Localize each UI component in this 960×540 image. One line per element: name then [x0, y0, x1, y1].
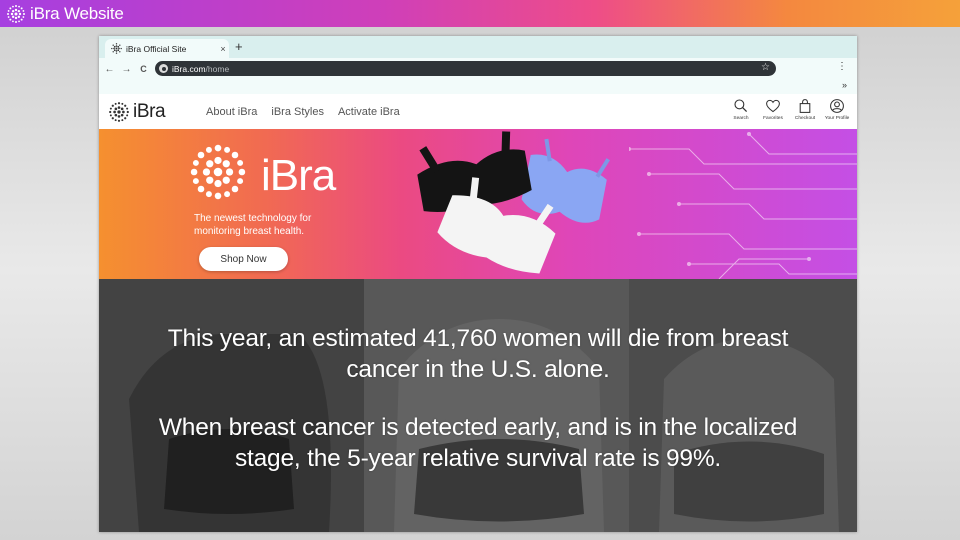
reload-icon[interactable]: C [137, 64, 150, 74]
shopping-bag-icon [799, 99, 811, 113]
tab-strip: iBra Official Site × + [99, 36, 857, 58]
new-tab-button[interactable]: + [235, 39, 243, 54]
bookmark-star-icon[interactable]: ☆ [761, 62, 770, 73]
favorites-nav-item[interactable]: Favorites [757, 98, 789, 121]
hero-tagline: The newest technology for monitoring bre… [194, 213, 312, 237]
model-photos-background [99, 279, 857, 532]
site-navbar: iBra About iBra iBra Styles Activate iBr… [99, 94, 857, 129]
more-bookmarks-icon[interactable]: » [842, 80, 847, 90]
back-icon[interactable]: ← [103, 64, 116, 75]
favorites-label: Favorites [763, 116, 783, 121]
nav-link-activate[interactable]: Activate iBra [338, 106, 400, 118]
hero-banner: iBra The newest technology for monitorin… [99, 129, 857, 279]
browser-window: iBra Official Site × + ← → C iBra.com /h… [99, 36, 857, 532]
nav-link-about[interactable]: About iBra [206, 106, 257, 118]
checkout-label: Checkout [794, 116, 816, 121]
browser-toolbar: ← → C iBra.com /home ☆ ⋮ [99, 58, 857, 80]
stat-deaths-text: This year, an estimated 41,760 women wil… [167, 325, 789, 383]
favicon-icon [111, 43, 122, 54]
tab-close-icon[interactable]: × [217, 44, 229, 54]
checkout-nav-item[interactable]: Checkout [789, 98, 821, 121]
shop-now-button[interactable]: Shop Now [199, 247, 288, 271]
hero-brand: iBra [261, 151, 336, 200]
slide-title: iBra Website [30, 3, 124, 23]
url-path: /home [205, 63, 230, 74]
stats-section: This year, an estimated 41,760 women wil… [99, 279, 857, 532]
forward-icon[interactable]: → [120, 64, 133, 75]
url-host: iBra.com [172, 63, 206, 74]
hero-logo-icon [190, 144, 246, 200]
ibra-logo-icon [109, 101, 129, 122]
search-icon [734, 99, 748, 113]
profile-label: Your Profile [824, 116, 850, 121]
tab-title: iBra Official Site [126, 43, 187, 54]
browser-menu-icon[interactable]: ⋮ [837, 62, 847, 72]
heart-icon [766, 99, 780, 113]
search-label: Search [733, 116, 749, 121]
site-icon-group: Search Favorites Checkout Your Profile [725, 98, 853, 121]
search-nav-item[interactable]: Search [725, 98, 757, 121]
nav-link-styles[interactable]: iBra Styles [271, 106, 324, 118]
user-icon [830, 99, 844, 113]
product-bras-image [417, 131, 610, 274]
slide-header: iBra Website [0, 0, 960, 27]
circuit-pattern [629, 132, 857, 279]
site-brand: iBra [133, 100, 166, 122]
profile-nav-item[interactable]: Your Profile [821, 98, 853, 121]
site-logo-link[interactable]: iBra [108, 101, 192, 123]
site-info-icon[interactable] [159, 64, 168, 73]
address-bar[interactable]: iBra.com /home ☆ [155, 61, 776, 76]
ibra-dot-logo-icon [7, 4, 25, 23]
bookmarks-bar: » [99, 80, 857, 94]
browser-tab[interactable]: iBra Official Site × [105, 39, 229, 58]
stat-survival-text: When breast cancer is detected early, an… [158, 414, 798, 472]
